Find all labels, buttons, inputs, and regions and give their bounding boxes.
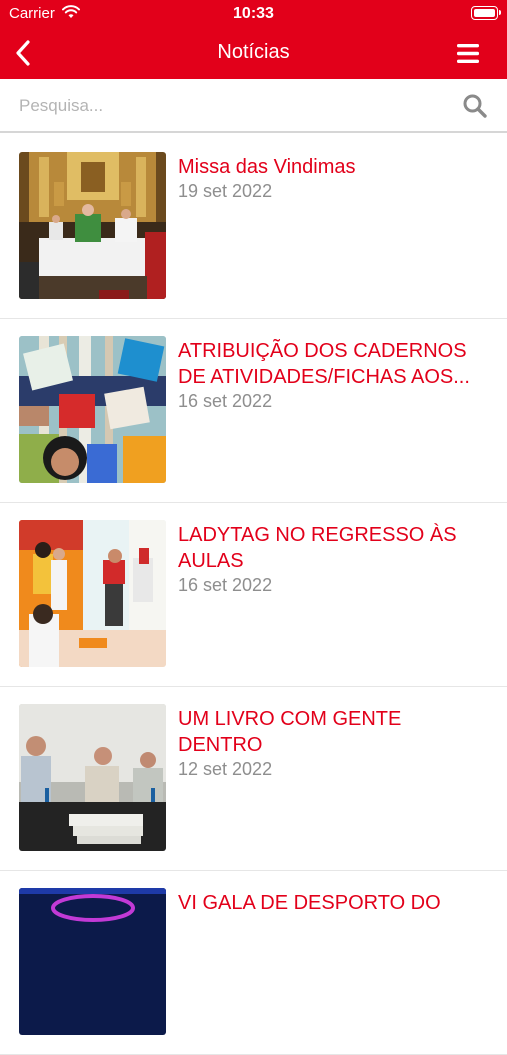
news-thumbnail <box>19 336 166 483</box>
search-icon[interactable] <box>462 93 488 119</box>
news-item[interactable]: LADYTAG NO REGRESSO ÀS AULAS 16 set 2022 <box>0 503 507 687</box>
search-bar <box>0 79 507 133</box>
news-date: 19 set 2022 <box>178 181 273 201</box>
news-title: VI GALA DE DESPORTO DO <box>178 892 441 914</box>
search-input[interactable] <box>19 93 439 119</box>
news-item[interactable]: VI GALA DE DESPORTO DO <box>0 871 507 1055</box>
news-item[interactable]: Missa das Vindimas 19 set 2022 <box>0 135 507 319</box>
status-time: 10:33 <box>233 5 274 22</box>
navigation-bar: Notícias <box>0 28 507 79</box>
battery-icon <box>471 6 501 20</box>
page-title: Notícias <box>217 41 290 63</box>
news-title: Missa das Vindimas <box>178 156 356 178</box>
news-list: Missa das Vindimas 19 set 2022 ATRIBUIÇÃ… <box>0 135 507 1055</box>
news-date: 16 set 2022 <box>178 391 273 411</box>
hamburger-menu-icon <box>457 44 479 63</box>
news-thumbnail <box>19 704 166 851</box>
news-title: ATRIBUIÇÃO DOS CADERNOS DE ATIVIDADES/FI… <box>178 340 470 388</box>
news-thumbnail <box>19 152 166 299</box>
news-thumbnail <box>19 520 166 667</box>
news-date: 12 set 2022 <box>178 759 273 779</box>
news-item[interactable]: UM LIVRO COM GENTE DENTRO 12 set 2022 <box>0 687 507 871</box>
status-bar: Carrier 10:33 <box>0 0 507 28</box>
news-title: UM LIVRO COM GENTE DENTRO <box>178 708 402 756</box>
news-item[interactable]: ATRIBUIÇÃO DOS CADERNOS DE ATIVIDADES/FI… <box>0 319 507 503</box>
news-thumbnail <box>19 888 166 1035</box>
menu-button[interactable] <box>453 41 485 67</box>
news-date: 16 set 2022 <box>178 575 273 595</box>
news-title: LADYTAG NO REGRESSO ÀS AULAS <box>178 524 457 572</box>
